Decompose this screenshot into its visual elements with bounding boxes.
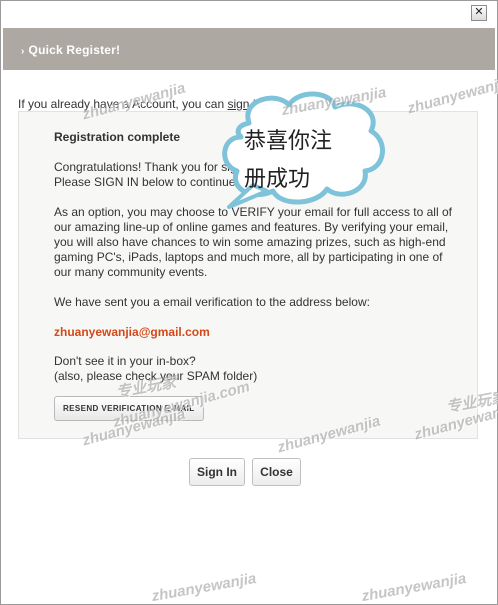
speech-line: 恭喜你注	[244, 129, 333, 154]
dialog-title: › Quick Register!	[21, 43, 120, 57]
inbox-line: (also, please check your SPAM folder)	[54, 369, 258, 383]
sign-in-button[interactable]: Sign In	[189, 458, 245, 486]
watermark: zhuanyewanjia	[150, 569, 258, 605]
close-icon[interactable]: ✕	[471, 5, 487, 21]
sent-text: We have sent you a email verification to…	[54, 295, 370, 309]
email-address: zhuanyewanjia@gmail.com	[54, 325, 210, 339]
option-line: gaming PC's, iPads, laptops and much mor…	[54, 250, 443, 264]
option-line: you will also have chances to win some a…	[54, 235, 446, 249]
dialog-title-text: Quick Register!	[28, 43, 121, 57]
verify-option-text: As an option, you may choose to VERIFY y…	[54, 205, 464, 280]
option-line: our many community events.	[54, 265, 208, 279]
option-line: our amazing line-up of online games and …	[54, 220, 449, 234]
speech-line: 册成功	[244, 167, 311, 192]
dialog-window: ✕ › Quick Register! If you already have a…	[0, 0, 498, 605]
intro-prefix: If you already have a Account, you can	[18, 97, 228, 111]
resend-verification-button[interactable]: RESEND VERIFICATION E-MAIL	[54, 396, 204, 421]
arrow-icon: ›	[21, 46, 25, 57]
inbox-line: Don't see it in your in-box?	[54, 354, 196, 368]
dialog-header: › Quick Register!	[3, 28, 495, 70]
watermark: zhuanyewanjia	[360, 569, 468, 605]
inbox-text: Don't see it in your in-box? (also, plea…	[54, 354, 464, 384]
speech-bubble-text: 恭喜你注 册成功	[244, 123, 364, 199]
close-button[interactable]: Close	[252, 458, 301, 486]
